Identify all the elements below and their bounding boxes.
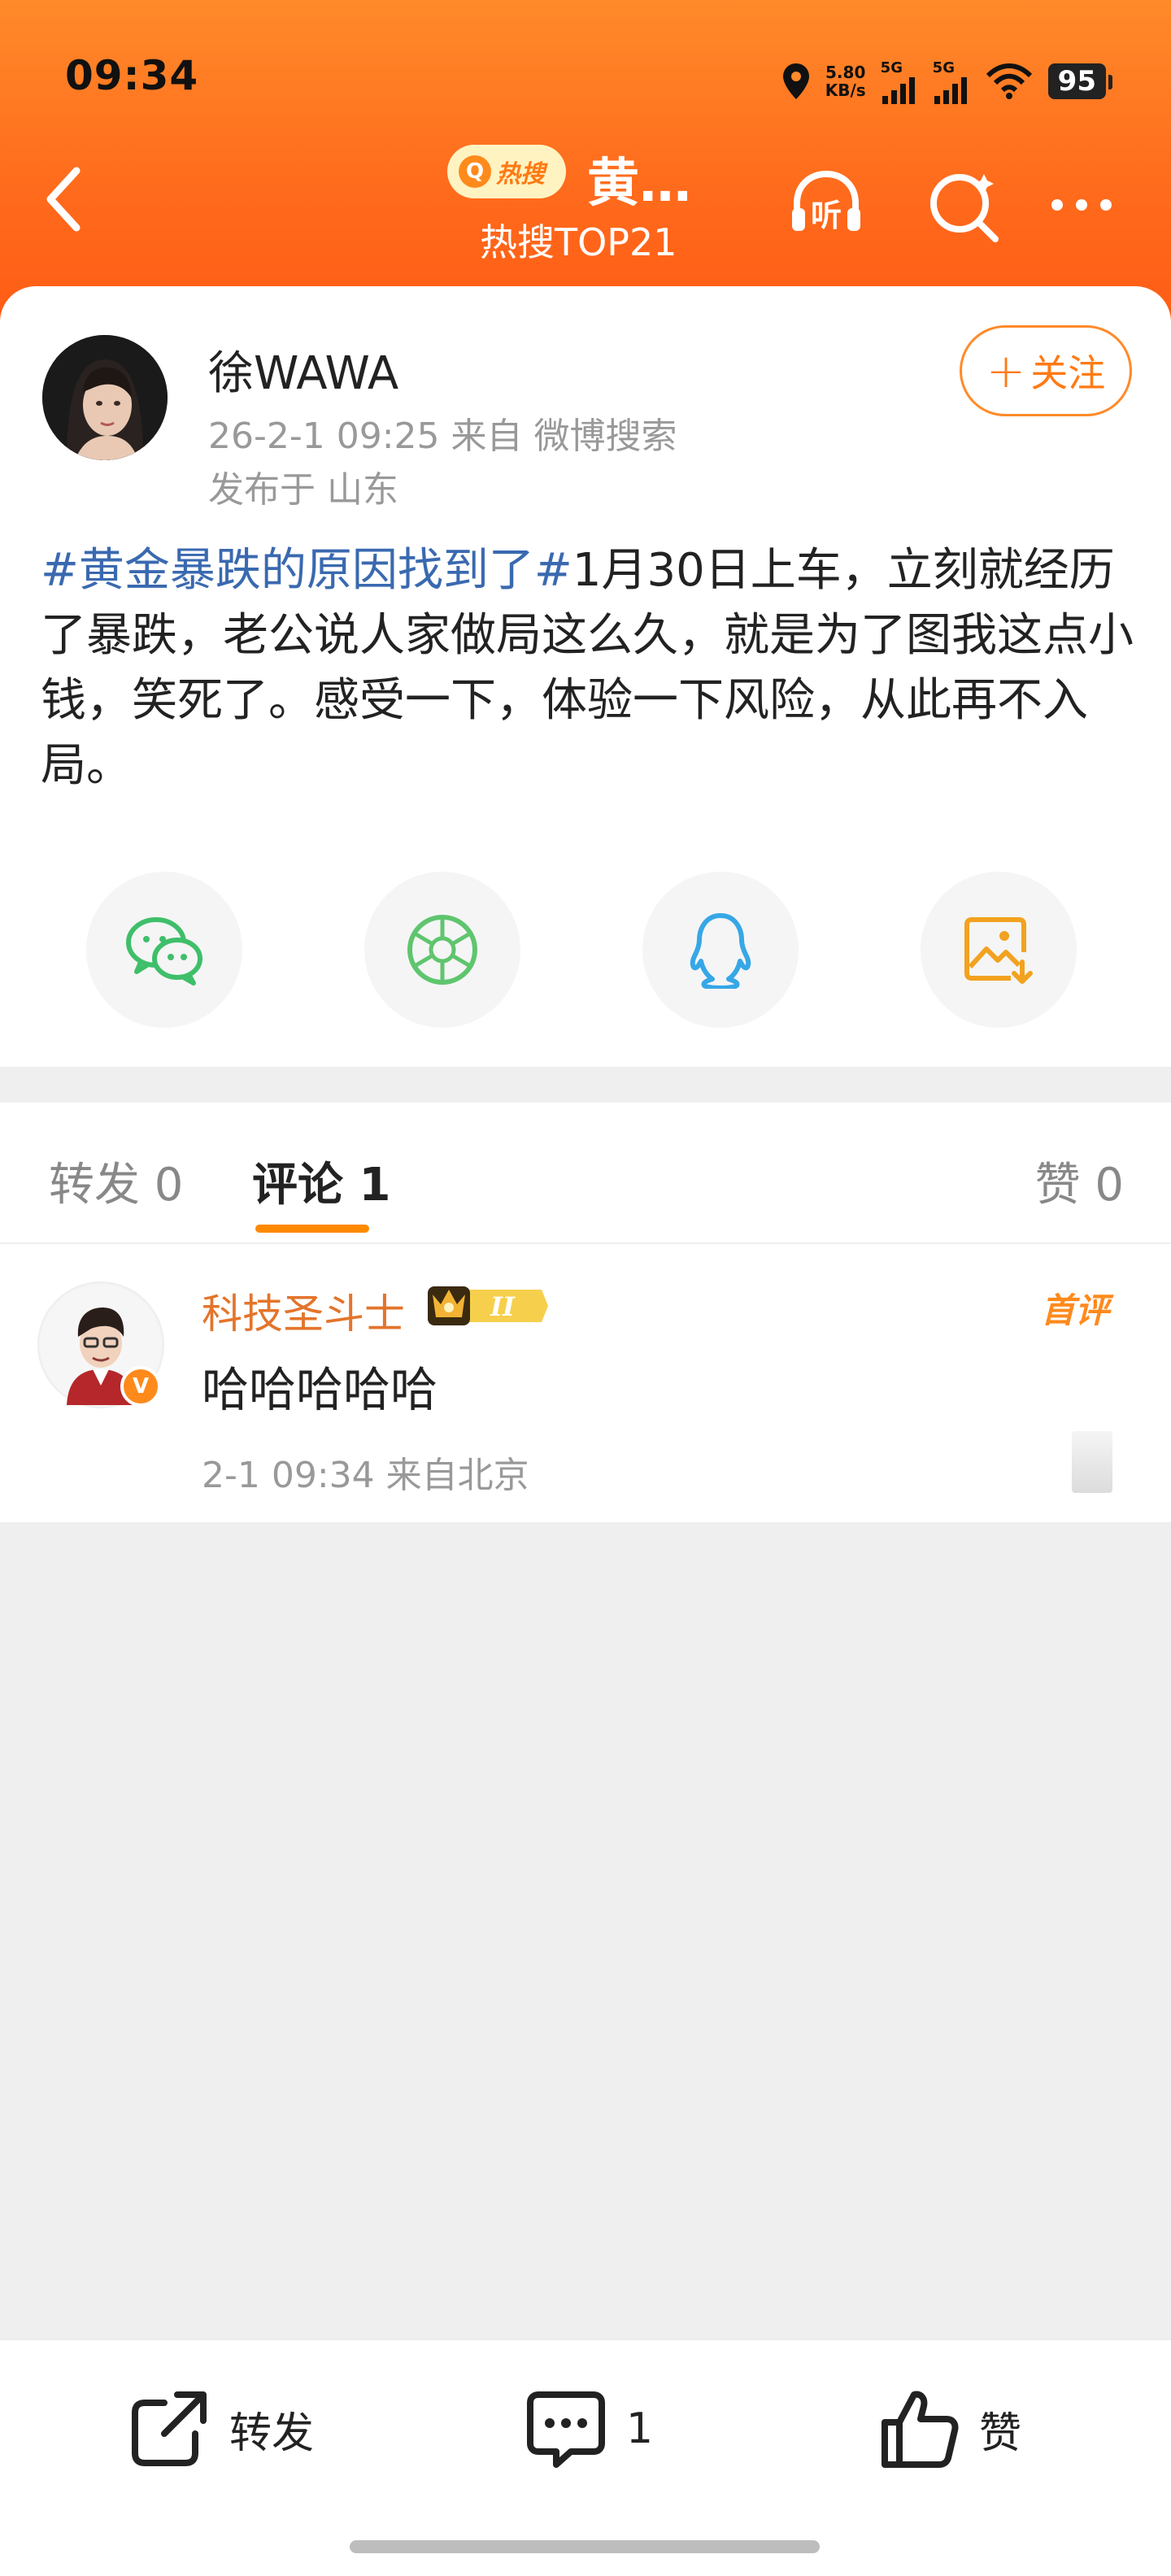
level-badge-label: II — [490, 1291, 516, 1322]
follow-label: 关注 — [1030, 351, 1106, 395]
battery-icon: 95 — [1047, 63, 1113, 99]
signal-2: 5G — [933, 59, 970, 104]
thumbs-up-icon — [882, 2391, 959, 2468]
more-icon[interactable] — [1041, 163, 1122, 244]
author-avatar[interactable] — [42, 335, 168, 460]
signal-1: 5G — [881, 59, 918, 104]
wechat-icon — [126, 917, 202, 986]
qq-icon — [690, 913, 751, 989]
commenter-name[interactable]: 科技圣斗士 — [202, 1281, 405, 1340]
status-time: 09:34 — [65, 52, 199, 99]
status-bar: 09:34 5.80 KB/s 5G 5G 95 — [0, 49, 1171, 106]
nav-bar: Q 热搜 黄… 热搜TOP21 听 — [0, 138, 1171, 268]
signal-icon — [934, 76, 967, 104]
search-icon[interactable] — [924, 163, 1005, 244]
commenter-avatar[interactable]: V — [37, 1281, 164, 1408]
author-name[interactable]: 徐WAWA — [208, 337, 398, 402]
listen-label: 听 — [811, 198, 842, 233]
repost-button[interactable]: 转发 — [127, 2384, 314, 2474]
save-image-button[interactable] — [921, 872, 1077, 1028]
post-meta: 26-2-1 09:25 来自 微博搜索 — [208, 416, 677, 457]
topic-rank: 热搜TOP21 — [480, 220, 677, 264]
tab-repost[interactable]: 转发 0 — [49, 1148, 183, 1214]
net-speed: 5.80 KB/s — [825, 63, 866, 99]
back-icon[interactable] — [41, 163, 89, 236]
search-icon: Q — [459, 155, 491, 188]
follow-button[interactable]: + 关注 — [960, 325, 1132, 416]
share-moments-button[interactable] — [364, 872, 520, 1028]
first-comment-badge: 首评 — [1041, 1290, 1110, 1330]
bottom-toolbar: 转发 1 赞 — [0, 2339, 1171, 2576]
signal-1-label: 5G — [880, 59, 903, 76]
signal-icon — [882, 76, 915, 104]
topic-title[interactable]: 黄… — [587, 141, 691, 216]
like-label: 赞 — [979, 2408, 1022, 2458]
moments-icon — [407, 915, 477, 985]
comment-button[interactable]: 1 — [524, 2384, 653, 2474]
location-icon — [782, 63, 809, 99]
hot-search-badge[interactable]: Q 热搜 — [447, 145, 566, 198]
repost-icon — [132, 2391, 207, 2466]
net-speed-value: 5.80 — [825, 63, 866, 82]
like-button[interactable]: 赞 — [877, 2384, 1021, 2474]
comment-like-icon[interactable] — [1072, 1431, 1112, 1493]
status-icons: 5.80 KB/s 5G 5G 95 — [781, 57, 1113, 106]
share-wechat-button[interactable] — [86, 872, 242, 1028]
share-qq-button[interactable] — [642, 872, 799, 1028]
active-tab-indicator — [255, 1225, 369, 1233]
net-speed-unit: KB/s — [825, 80, 866, 100]
post-card: 徐WAWA 26-2-1 09:25 来自 微博搜索 发布于 山东 + 关注 #… — [0, 286, 1171, 1067]
tab-like[interactable]: 赞 0 — [1035, 1148, 1124, 1214]
share-row — [0, 872, 1171, 1034]
save-image-icon — [964, 917, 1033, 984]
post-body: #黄金暴跌的原因找到了#1月30日上车，立刻就经历了暴跌，老公说人家做局这么久，… — [41, 538, 1134, 798]
comment-icon — [527, 2391, 605, 2468]
verified-icon: V — [120, 1366, 161, 1407]
avatar-image — [42, 335, 168, 460]
comment-meta: 2-1 09:34 来自北京 — [202, 1455, 529, 1496]
home-indicator[interactable] — [350, 2540, 820, 2553]
tabs-bar: 转发 0 评论 1 赞 0 — [0, 1103, 1171, 1244]
comment-text: 哈哈哈哈哈 — [202, 1362, 438, 1417]
signal-2-label: 5G — [932, 59, 955, 76]
repost-label: 转发 — [229, 2408, 315, 2458]
comment-count: 1 — [626, 2404, 654, 2453]
wifi-icon — [986, 63, 1032, 99]
tab-comment[interactable]: 评论 1 — [252, 1148, 390, 1214]
crown-level-badge: II — [428, 1286, 548, 1325]
hot-badge-label: 热搜 — [496, 160, 545, 189]
listen-icon[interactable]: 听 — [786, 163, 867, 244]
comment-list: V 科技圣斗士 II 首评 哈哈哈哈哈 2-1 09:34 来自北京 — [0, 1244, 1171, 1522]
post-location: 发布于 山东 — [208, 469, 398, 511]
topic-link[interactable]: #黄金暴跌的原因找到了# — [41, 544, 572, 597]
plus-icon: + — [986, 343, 1026, 398]
